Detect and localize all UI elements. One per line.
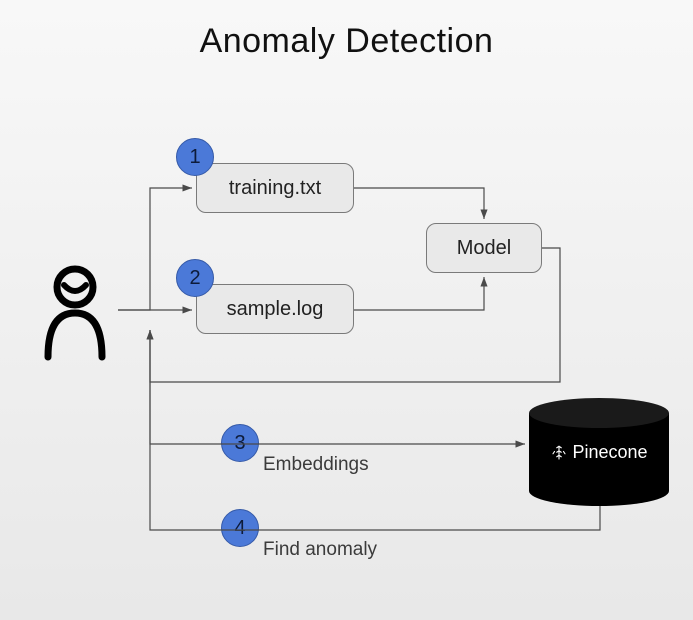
node-pinecone-label: Pinecone xyxy=(572,442,647,463)
node-sample-log: sample.log xyxy=(196,284,354,334)
node-training-label: training.txt xyxy=(229,177,321,200)
step-badge-2: 2 xyxy=(176,259,214,297)
node-model: Model xyxy=(426,223,542,273)
user-icon xyxy=(36,265,114,366)
node-pinecone-db: Pinecone xyxy=(529,398,669,506)
node-training-txt: training.txt xyxy=(196,163,354,213)
step-badge-3: 3 xyxy=(221,424,259,462)
step-badge-4: 4 xyxy=(221,509,259,547)
edge-label-find-anomaly: Find anomaly xyxy=(263,539,377,561)
node-sample-label: sample.log xyxy=(227,298,324,321)
diagram-canvas: training.txt sample.log Model 1 2 3 4 Pi… xyxy=(0,0,693,620)
step-badge-1: 1 xyxy=(176,138,214,176)
pinecone-logo-icon xyxy=(550,444,568,462)
edge-label-embeddings: Embeddings xyxy=(263,454,369,476)
node-model-label: Model xyxy=(457,237,511,260)
